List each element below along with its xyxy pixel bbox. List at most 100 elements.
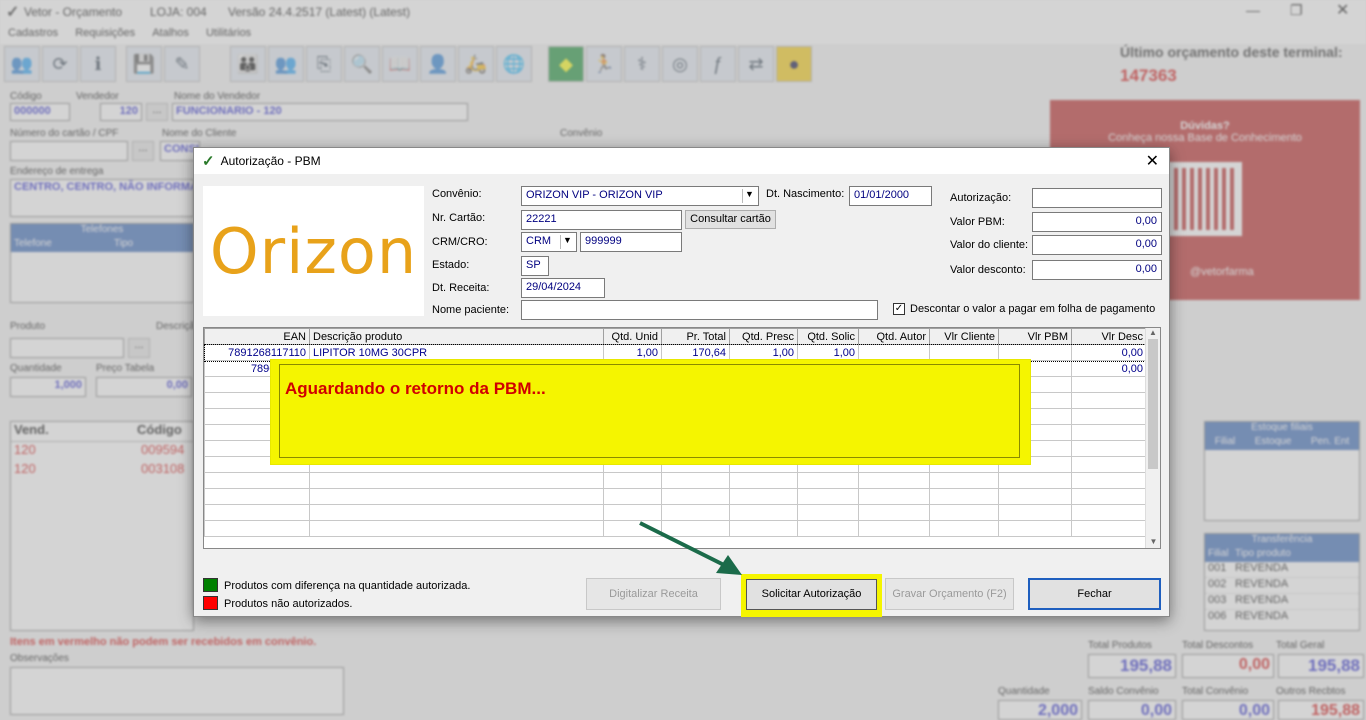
- cell-pr-total: 170,64: [661, 344, 730, 361]
- empty-cell: [1071, 504, 1147, 521]
- valor-cliente-label: Valor do cliente:: [950, 239, 1029, 251]
- waiting-frame: Aguardando o retorno da PBM...: [279, 364, 1020, 458]
- autorizacao-label: Autorização:: [950, 192, 1012, 204]
- empty-cell: [309, 472, 604, 489]
- table-row[interactable]: 7891268117110 LIPITOR 10MG 30CPR 1,00 17…: [204, 343, 1148, 362]
- convenio-value: ORIZON VIP - ORIZON VIP: [526, 189, 663, 201]
- empty-cell: [309, 520, 604, 537]
- empty-cell: [797, 488, 859, 505]
- empty-cell: [797, 504, 859, 521]
- valor-pbm-field: 0,00: [1032, 212, 1162, 232]
- empty-cell: [1071, 472, 1147, 489]
- grid-header-row: EAN Descrição produto Qtd. Unid Pr. Tota…: [204, 328, 1147, 345]
- cartao-label: Nr. Cartão:: [432, 212, 486, 224]
- empty-cell: [204, 504, 310, 521]
- chevron-down-icon[interactable]: ▼: [560, 235, 574, 249]
- col-qtd-solic[interactable]: Qtd. Solic: [797, 328, 859, 345]
- empty-cell: [998, 488, 1072, 505]
- col-pr-total[interactable]: Pr. Total: [661, 328, 730, 345]
- valor-cliente-field: 0,00: [1032, 235, 1162, 255]
- logo-text: Orizon: [209, 214, 418, 288]
- estado-field[interactable]: SP: [521, 256, 549, 276]
- gravar-orcamento-button[interactable]: Gravar Orçamento (F2): [885, 578, 1014, 610]
- empty-cell: [998, 520, 1072, 537]
- empty-cell: [204, 520, 310, 537]
- empty-cell: [1071, 424, 1147, 441]
- col-descricao[interactable]: Descrição produto: [309, 328, 604, 345]
- receita-field[interactable]: 29/04/2024: [521, 278, 605, 298]
- empty-cell: [998, 472, 1072, 489]
- convenio-select[interactable]: ORIZON VIP - ORIZON VIP ▼: [521, 186, 759, 206]
- empty-cell: [309, 504, 604, 521]
- app-logo-icon: ✓: [202, 153, 215, 170]
- crm-type-value: CRM: [526, 235, 552, 247]
- cell-qtd-solic: 1,00: [797, 344, 859, 361]
- dialog-title-bar: ✓ Autorização - PBM ✕: [194, 148, 1169, 174]
- dialog-close-icon[interactable]: ✕: [1146, 151, 1159, 171]
- empty-cell: [1071, 440, 1147, 457]
- fechar-button[interactable]: Fechar: [1028, 578, 1161, 610]
- empty-cell: [603, 472, 662, 489]
- nascimento-label: Dt. Nascimento:: [766, 188, 845, 200]
- annotation-arrow-icon: [639, 521, 742, 575]
- empty-cell: [729, 472, 798, 489]
- waiting-overlay: Aguardando o retorno da PBM...: [271, 360, 1030, 464]
- empty-cell: [1071, 408, 1147, 425]
- paciente-label: Nome paciente:: [432, 304, 510, 316]
- scroll-down-icon[interactable]: ▼: [1146, 537, 1160, 546]
- paciente-field[interactable]: [521, 300, 878, 320]
- col-qtd-autor[interactable]: Qtd. Autor: [858, 328, 930, 345]
- nascimento-field[interactable]: 01/01/2000: [849, 186, 932, 206]
- valor-desconto-label: Valor desconto:: [950, 264, 1026, 276]
- empty-cell: [858, 488, 930, 505]
- col-qtd-presc[interactable]: Qtd. Presc: [729, 328, 798, 345]
- empty-cell: [1071, 376, 1147, 393]
- solicitar-autorizacao-button[interactable]: Solicitar Autorização: [746, 579, 877, 610]
- scroll-up-icon[interactable]: ▲: [1146, 328, 1160, 337]
- table-row[interactable]: [204, 488, 1147, 505]
- empty-cell: [929, 504, 999, 521]
- cell-qtd-unid: 1,00: [603, 344, 662, 361]
- grid-scrollbar[interactable]: ▲ ▼: [1145, 328, 1160, 548]
- crm-field[interactable]: 999999: [580, 232, 682, 252]
- empty-cell: [661, 472, 730, 489]
- cell-vlr-desc: 0,00: [1071, 344, 1147, 361]
- col-vlr-desc[interactable]: Vlr Desc: [1071, 328, 1147, 345]
- empty-cell: [929, 472, 999, 489]
- dialog-title: Autorização - PBM: [220, 154, 321, 168]
- estado-label: Estado:: [432, 259, 470, 271]
- empty-cell: [204, 488, 310, 505]
- empty-cell: [858, 520, 930, 537]
- waiting-message: Aguardando o retorno da PBM...: [285, 379, 546, 398]
- col-qtd-unid[interactable]: Qtd. Unid: [603, 328, 662, 345]
- consultar-cartao-button[interactable]: Consultar cartão: [685, 210, 776, 229]
- empty-cell: [661, 488, 730, 505]
- cartao-field[interactable]: 22221: [521, 210, 682, 230]
- orizon-logo: Orizon: [203, 186, 424, 316]
- scroll-thumb[interactable]: [1148, 339, 1158, 469]
- cell-ean: 7891268117110: [204, 344, 310, 361]
- col-vlr-pbm[interactable]: Vlr PBM: [998, 328, 1072, 345]
- empty-cell: [1071, 456, 1147, 473]
- empty-cell: [309, 488, 604, 505]
- chevron-down-icon[interactable]: ▼: [742, 189, 756, 203]
- legend-red-label: Produtos não autorizados.: [224, 598, 353, 610]
- cell-vlr-cliente: [929, 344, 999, 361]
- empty-cell: [858, 504, 930, 521]
- empty-cell: [797, 520, 859, 537]
- cell-vlr-pbm: [998, 344, 1072, 361]
- empty-cell: [729, 488, 798, 505]
- crm-type-select[interactable]: CRM ▼: [521, 232, 577, 252]
- col-vlr-cliente[interactable]: Vlr Cliente: [929, 328, 999, 345]
- valor-desconto-field: 0,00: [1032, 260, 1162, 280]
- empty-cell: [1071, 392, 1147, 409]
- col-ean[interactable]: EAN: [204, 328, 310, 345]
- autorizacao-field: [1032, 188, 1162, 208]
- legend-green-label: Produtos com diferença na quantidade aut…: [224, 580, 471, 592]
- cell-qtd-presc: 1,00: [729, 344, 798, 361]
- empty-cell: [204, 472, 310, 489]
- empty-cell: [1071, 488, 1147, 505]
- descontar-checkbox[interactable]: ✓: [893, 303, 905, 315]
- valor-pbm-label: Valor PBM:: [950, 216, 1005, 228]
- table-row[interactable]: [204, 472, 1147, 489]
